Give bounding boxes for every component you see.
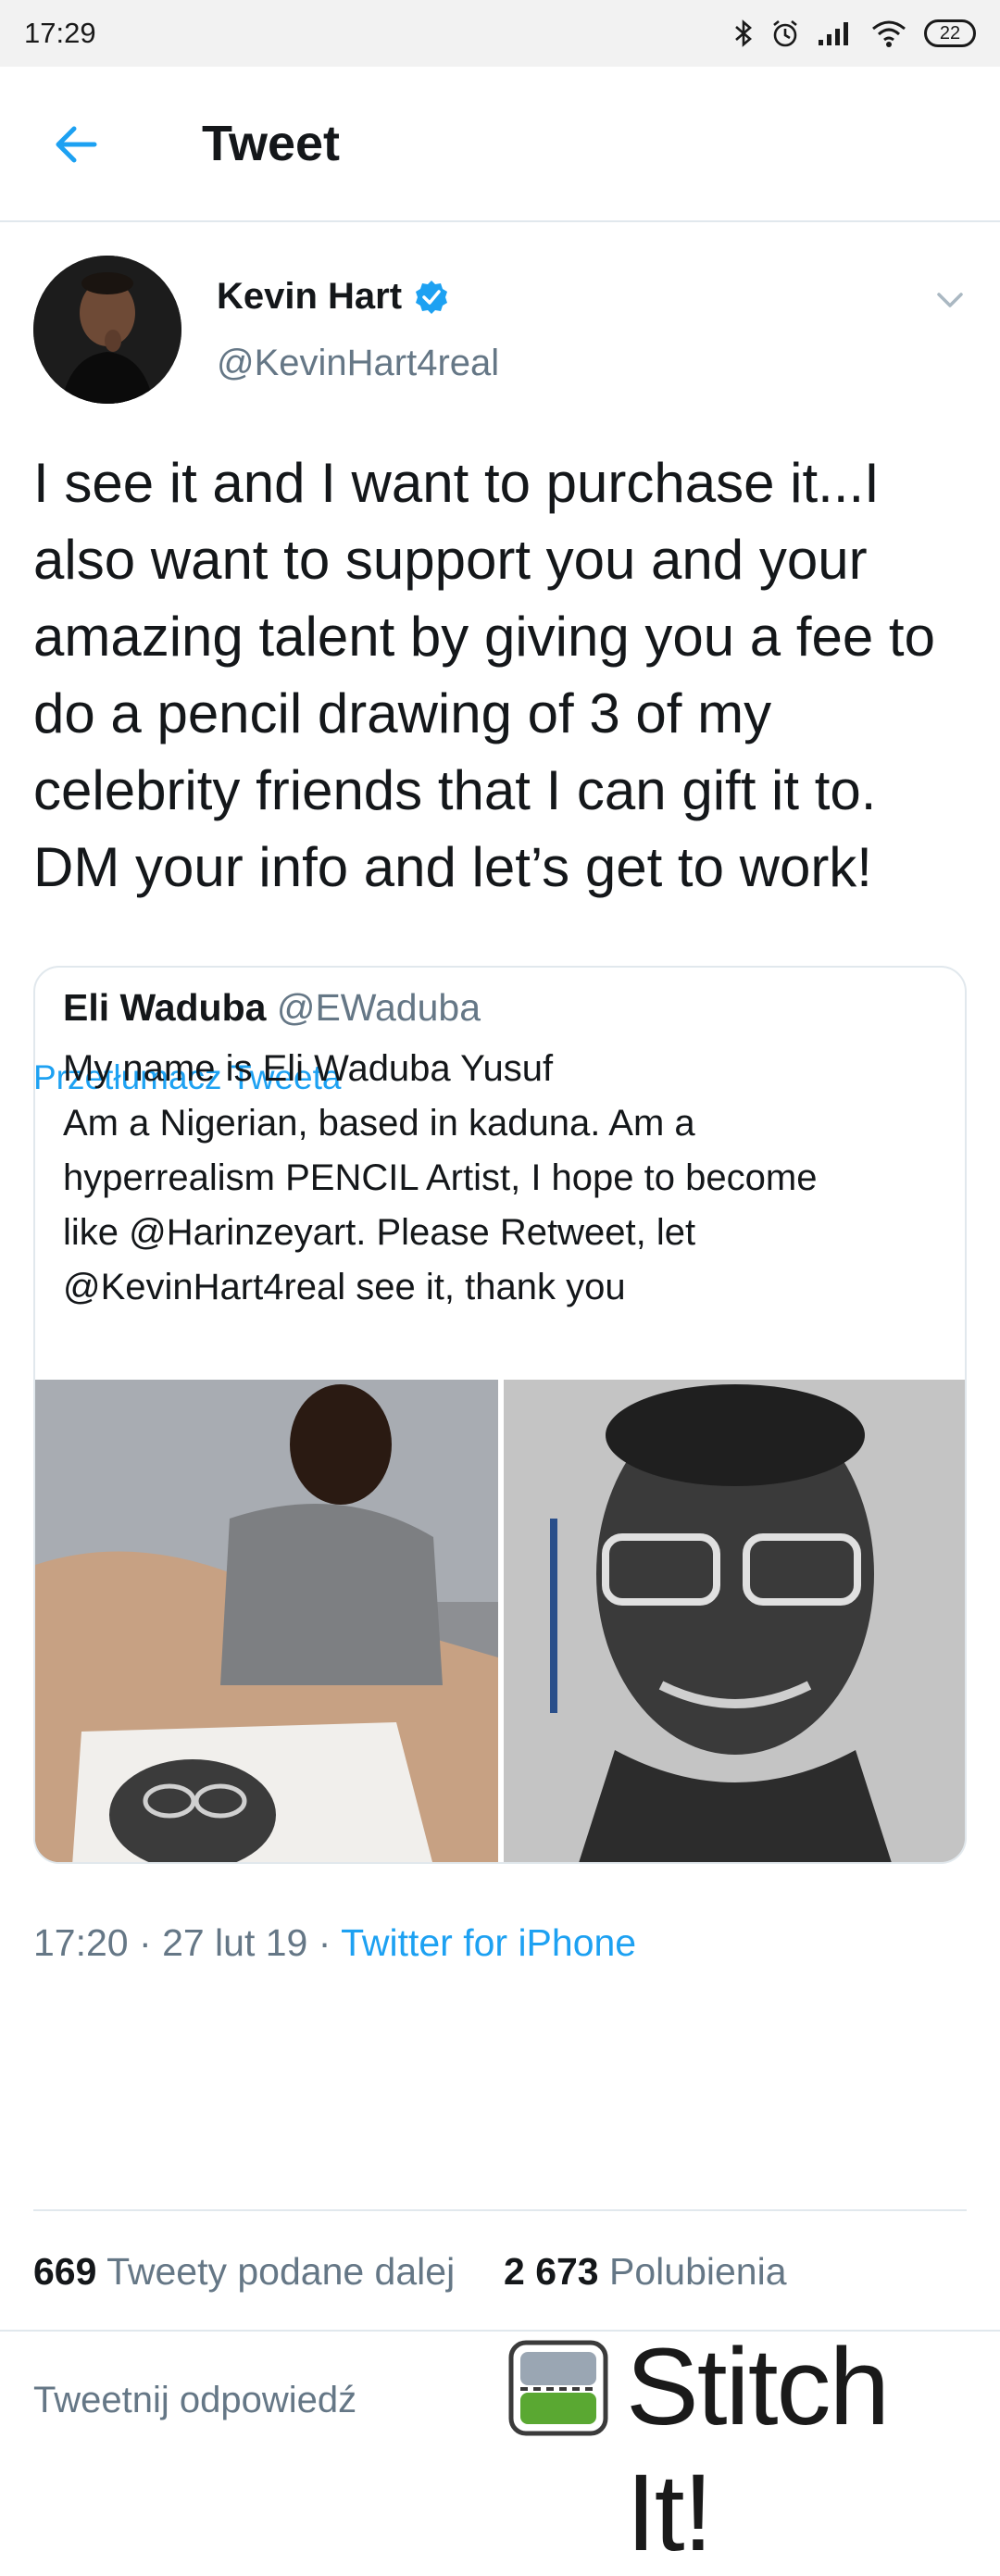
retweets-count[interactable]: 669 [33,2250,96,2293]
artist-photo [35,1380,498,1862]
author-handle[interactable]: @KevinHart4real [217,343,499,384]
meta-separator: · [139,1921,163,1964]
quote-text-line: Am a Nigerian, based in kaduna. Am a [63,1103,695,1144]
quote-header: Eli Waduba @EWaduba [63,986,481,1030]
tweet-source-link[interactable]: Twitter for iPhone [341,1921,636,1964]
quote-text-line: My name is Eli Waduba Yusuf [63,1048,554,1089]
bluetooth-icon [735,19,752,47]
battery-icon: 22 [924,19,976,47]
tweet-time: 17:20 [33,1921,129,1964]
page-title: Tweet [202,116,341,171]
quoted-tweet[interactable]: Eli Waduba @EWaduba My name is Eli Wadub… [33,966,967,1864]
likes-label[interactable]: Polubienia [609,2250,787,2293]
signal-icon [819,22,848,45]
tweet-meta: 17:20 · 27 lut 19 · Twitter for iPhone [33,1921,636,1965]
likes-count[interactable]: 2 673 [504,2250,599,2293]
divider [33,2209,967,2211]
quote-author-handle: @EWaduba [276,986,481,1029]
alarm-icon [773,19,797,47]
avatar[interactable] [33,256,181,404]
meta-separator: · [318,1921,342,1964]
reply-input[interactable]: Tweetnij odpowiedź [33,2380,356,2421]
drawing-photo [504,1380,965,1862]
author-name[interactable]: Kevin Hart [217,276,402,318]
wifi-icon [872,20,906,47]
arrow-left-icon[interactable] [48,115,107,174]
tweet-stats: 669 Tweety podane dalej 2 673 Polubienia [33,2250,787,2294]
verified-badge-icon [416,280,448,314]
quote-text-line: hyperrealism PENCIL Artist, I hope to be… [63,1157,818,1198]
quote-text-line: @KevinHart4real see it, thank you [63,1267,626,1307]
watermark-text: Stitch It! [626,2326,890,2574]
media-photo-artist[interactable] [35,1380,498,1862]
retweets-label[interactable]: Tweety podane dalej [106,2250,455,2293]
author-name-row: Kevin Hart [217,276,450,318]
quote-author-name: Eli Waduba [63,986,267,1029]
tweet-text: I see it and I want to purchase it...I a… [33,452,935,898]
tweet-date: 27 lut 19 [162,1921,308,1964]
quote-text: My name is Eli Waduba Yusuf Am a Nigeria… [63,1042,943,1315]
status-bar: 17:29 22 [0,0,1000,67]
quote-text-line: like @Harinzeyart. Please Retweet, let [63,1212,696,1253]
chevron-down-icon[interactable] [933,283,967,317]
status-time: 17:29 [24,17,96,49]
avatar-image [33,256,181,404]
app-bar: Tweet [0,67,1000,222]
stitch-logo-icon [508,2340,608,2436]
status-icons: 22 [733,19,976,48]
media-photo-drawing[interactable] [504,1380,965,1862]
